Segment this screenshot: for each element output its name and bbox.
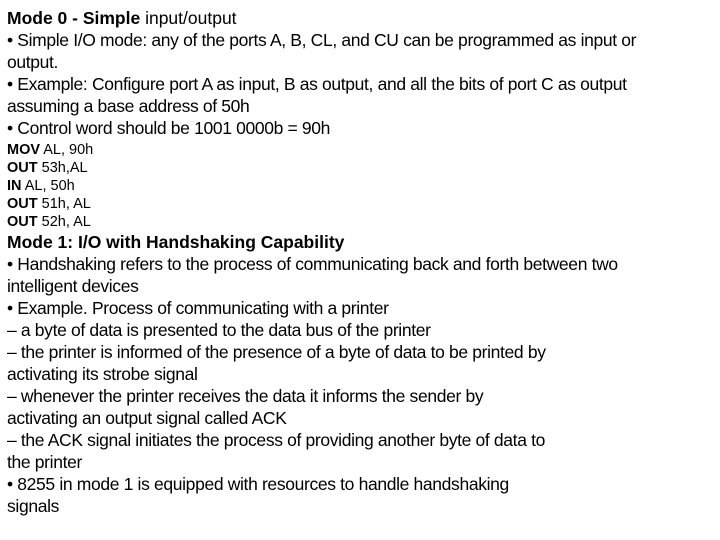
code-operands: 53h,AL	[37, 160, 88, 176]
code-operands: 52h, AL	[37, 214, 91, 230]
mode1-text-line: – the ACK signal initiates the process o…	[7, 430, 545, 450]
mode0-heading-bold: Mode 0 - Simple	[7, 8, 141, 28]
mode1-text-line: intelligent devices	[7, 276, 139, 296]
code-operands: AL, 90h	[40, 142, 94, 158]
mode1-text-line: signals	[7, 496, 60, 516]
mode1-text-line: activating its strobe signal	[7, 364, 198, 384]
mode1-text-line: • Example. Process of communicating with…	[7, 298, 389, 318]
mode0-text-line: • Example: Configure port A as input, B …	[7, 74, 627, 94]
code-opcode: OUT	[7, 196, 38, 212]
mode0-heading-rest: input/output	[140, 8, 237, 28]
code-line: MOV AL, 90h	[7, 141, 717, 159]
mode0-text-line: • Control word should be 1001 0000b = 90…	[7, 118, 331, 138]
code-line: OUT 52h, AL	[7, 213, 717, 231]
mode0-text-line: assuming a base address of 50h	[7, 96, 250, 116]
code-opcode: IN	[7, 178, 22, 194]
code-opcode: OUT	[7, 160, 38, 176]
code-opcode: OUT	[7, 214, 38, 230]
mode0-heading: Mode 0 - Simple input/output	[7, 7, 717, 29]
code-line: OUT 53h,AL	[7, 159, 717, 177]
document-body: Mode 0 - Simple input/output • Simple I/…	[7, 7, 717, 517]
code-line: OUT 51h, AL	[7, 195, 717, 213]
mode1-text-line: activating an output signal called ACK	[7, 408, 287, 428]
mode0-text-line: • Simple I/O mode: any of the ports A, B…	[7, 30, 637, 50]
code-opcode: MOV	[7, 142, 41, 158]
mode0-text-line: output.	[7, 52, 59, 72]
mode1-text-line: – a byte of data is presented to the dat…	[7, 320, 431, 340]
code-line: IN AL, 50h	[7, 177, 717, 195]
mode1-text-line: – the printer is informed of the presenc…	[7, 342, 546, 362]
mode1-text-line: the printer	[7, 452, 82, 472]
assembly-code-block: MOV AL, 90h OUT 53h,AL IN AL, 50h OUT 51…	[7, 141, 717, 231]
code-operands: 51h, AL	[37, 196, 91, 212]
mode1-heading: Mode 1: I/O with Handshaking Capability	[7, 232, 345, 252]
mode1-text-line: – whenever the printer receives the data…	[7, 386, 484, 406]
mode1-text-line: • 8255 in mode 1 is equipped with resour…	[7, 474, 509, 494]
mode1-text-line: • Handshaking refers to the process of c…	[7, 254, 618, 274]
code-operands: AL, 50h	[21, 178, 75, 194]
